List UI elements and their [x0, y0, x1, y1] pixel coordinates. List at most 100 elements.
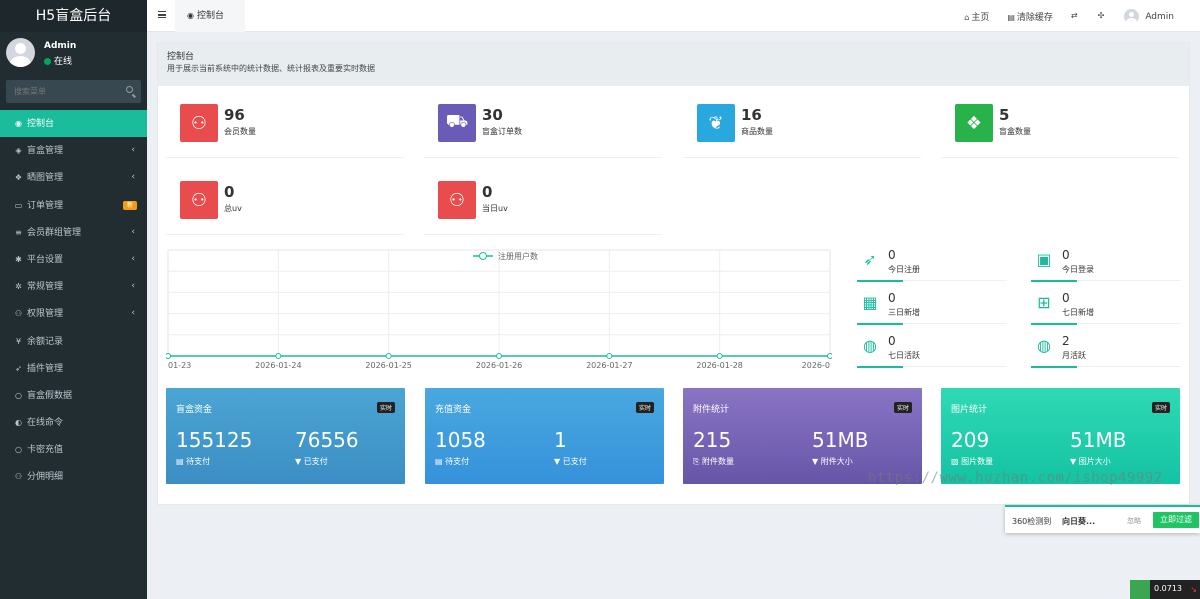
data-point[interactable]	[166, 353, 171, 359]
x-tick-label: 2026-0	[802, 361, 830, 370]
tab-dashboard[interactable]: ◉ 控制台	[175, 0, 245, 32]
realtime-badge: 实时	[893, 402, 912, 413]
card-value-2: 51MB	[1070, 428, 1127, 452]
avatar	[1124, 8, 1140, 24]
data-point[interactable]	[385, 353, 392, 359]
sidebar-item[interactable]: ◈ 盲盒管理 ‹	[0, 137, 147, 164]
sidebar-item[interactable]: ✱ 平台设置 ‹	[0, 246, 147, 273]
stat-value: 96	[224, 106, 245, 124]
corner-value: 0.0713	[1154, 584, 1182, 593]
data-point[interactable]	[496, 353, 502, 359]
data-point[interactable]	[275, 353, 282, 359]
accent-bar	[1031, 323, 1077, 325]
language-button[interactable]: ⇄	[1071, 11, 1080, 21]
mini-stat-label: 七日新增	[1062, 308, 1094, 317]
menu-toggle-icon[interactable]	[158, 11, 166, 18]
users-icon: ⚇	[180, 104, 218, 142]
sidebar-item[interactable]: ○ 卡密充值	[0, 436, 147, 463]
mini-stat-label: 今日注册	[888, 265, 920, 274]
data-point[interactable]	[716, 353, 723, 359]
clear-cache-button[interactable]: ▤ 清除缓存	[1007, 10, 1053, 23]
paperclip-icon: ⎘	[693, 457, 702, 466]
cart-icon: ⛟	[438, 104, 476, 142]
mini-stat: ▦ 0 三日新增	[857, 291, 1007, 331]
sidebar-item[interactable]: ○ 盲盒假数据	[0, 382, 147, 409]
mini-stat: ▣ 0 今日登录	[1031, 248, 1181, 288]
sidebar-search-input[interactable]	[6, 80, 141, 103]
mini-stat-value: 0	[888, 291, 896, 305]
stat-label: 总uv	[224, 204, 242, 213]
popup-app-name: 向日葵...	[1062, 517, 1096, 526]
mini-stat-value: 2	[1062, 334, 1070, 348]
mini-stat: ⊞ 0 七日新增	[1031, 291, 1181, 331]
popup-ignore-link[interactable]: 忽略	[1127, 516, 1141, 526]
app-logo[interactable]: H5盲盒后台	[0, 0, 147, 32]
accent-bar	[857, 280, 903, 282]
fullscreen-button[interactable]: ✣	[1098, 11, 1107, 21]
popup-filter-button[interactable]: 立即过滤	[1153, 512, 1199, 528]
user-circle-icon: ◍	[863, 336, 877, 355]
chevron-left-icon: ‹	[131, 145, 135, 156]
card-title: 盲盒资金	[176, 405, 213, 415]
sidebar-item[interactable]: ➶ 插件管理	[0, 355, 147, 382]
stat-value: 0	[482, 183, 493, 201]
sidebar-menu: ◉ 控制台 ◈ 盲盒管理 ‹ ❖ 晒图管理 ‹ ▭ 订单管理 新 ≡ 会员群组管理 ‹ ✱ 平台设置 ‹ ✲ 常规管…	[0, 110, 147, 491]
sidebar-item[interactable]: ◉ 控制台	[0, 110, 147, 138]
sidebar-item[interactable]: ≡ 会员群组管理 ‹	[0, 219, 147, 246]
stat-label: 商品数量	[741, 127, 773, 136]
sidebar-item[interactable]: ◐ 在线命令	[0, 409, 147, 436]
realtime-badge: 实时	[376, 402, 395, 413]
user-menu[interactable]: Admin	[1124, 8, 1174, 24]
data-point[interactable]	[606, 353, 613, 359]
topbar: ◉ 控制台 ⌂ 主页 ▤ 清除缓存 ⇄ ✣ Admin	[147, 0, 1200, 32]
search-icon[interactable]	[126, 86, 133, 93]
sidebar-item[interactable]: ▭ 订单管理 新	[0, 192, 147, 219]
sidebar-item[interactable]: ✲ 常规管理 ‹	[0, 273, 147, 300]
home-link[interactable]: ⌂ 主页	[964, 10, 989, 23]
chevron-left-icon: ‹	[131, 226, 135, 237]
online-dot-icon	[44, 58, 51, 65]
stat-tile: ⛟ 30 盲盒订单数	[424, 100, 662, 158]
mini-stat-value: 0	[888, 248, 896, 262]
x-tick-label: 2026-01-28	[696, 361, 743, 370]
sidebar-item[interactable]: ⚇ 权限管理 ‹	[0, 300, 147, 327]
dashboard-icon: ◉	[15, 119, 22, 128]
sidebar-item-label: 盲盒假数据	[27, 390, 73, 401]
stat-value: 0	[224, 183, 235, 201]
stat-tile: ⚇ 0 总uv	[166, 177, 404, 235]
legend-label[interactable]: 注册用户数	[498, 251, 538, 261]
database-icon: ▤	[176, 457, 187, 466]
filter-icon: ▼	[295, 457, 304, 466]
sidebar-user-panel: Admin 在线	[0, 32, 147, 72]
trash-icon: ▤	[1007, 12, 1015, 22]
popup-prefix: 360检测到	[1012, 517, 1052, 526]
sidebar-item-label: 权限管理	[27, 309, 64, 320]
x-tick-label: 01-23	[168, 361, 191, 370]
home-icon: ⌂	[964, 12, 970, 22]
mini-stat-value: 0	[1062, 291, 1070, 305]
sidebar-item[interactable]: ¥ 余额记录	[0, 328, 147, 355]
database-icon: ▤	[435, 457, 446, 466]
sidebar-item[interactable]: ⚇ 分佣明细	[0, 463, 147, 490]
circle-icon: ○	[15, 445, 22, 455]
sidebar-item-label: 订单管理	[27, 200, 64, 211]
filter-icon: ▼	[554, 457, 563, 466]
mini-stat-label: 七日活跃	[888, 351, 920, 360]
watermark-text: https://www.huzhan.com/ishop49992	[868, 470, 1163, 486]
user-status: 在线	[44, 54, 72, 67]
security-popup: 360检测到 向日葵... 忽略 立即过滤	[1005, 505, 1200, 533]
sidebar-search	[6, 80, 141, 103]
vcard-icon: ▣	[1036, 250, 1052, 269]
data-point[interactable]	[827, 353, 833, 359]
arrow-down-icon: ↘	[1190, 585, 1197, 594]
card-value-1: 209	[951, 428, 990, 452]
stat-tile: ⚇ 0 当日uv	[424, 177, 662, 235]
card-value-2: 1	[554, 428, 567, 452]
sidebar-item[interactable]: ❖ 晒图管理 ‹	[0, 164, 147, 191]
corner-widget[interactable]: 0.0713 ↘	[1130, 580, 1200, 599]
x-tick-label: 2026-01-27	[586, 361, 633, 370]
card-value-2: 76556	[295, 428, 359, 452]
stat-tile: ❖ 5 盲盒数量	[941, 100, 1179, 158]
leaf-icon: ❦	[697, 104, 735, 142]
card-label-2: ▼ 已支付	[295, 457, 328, 466]
